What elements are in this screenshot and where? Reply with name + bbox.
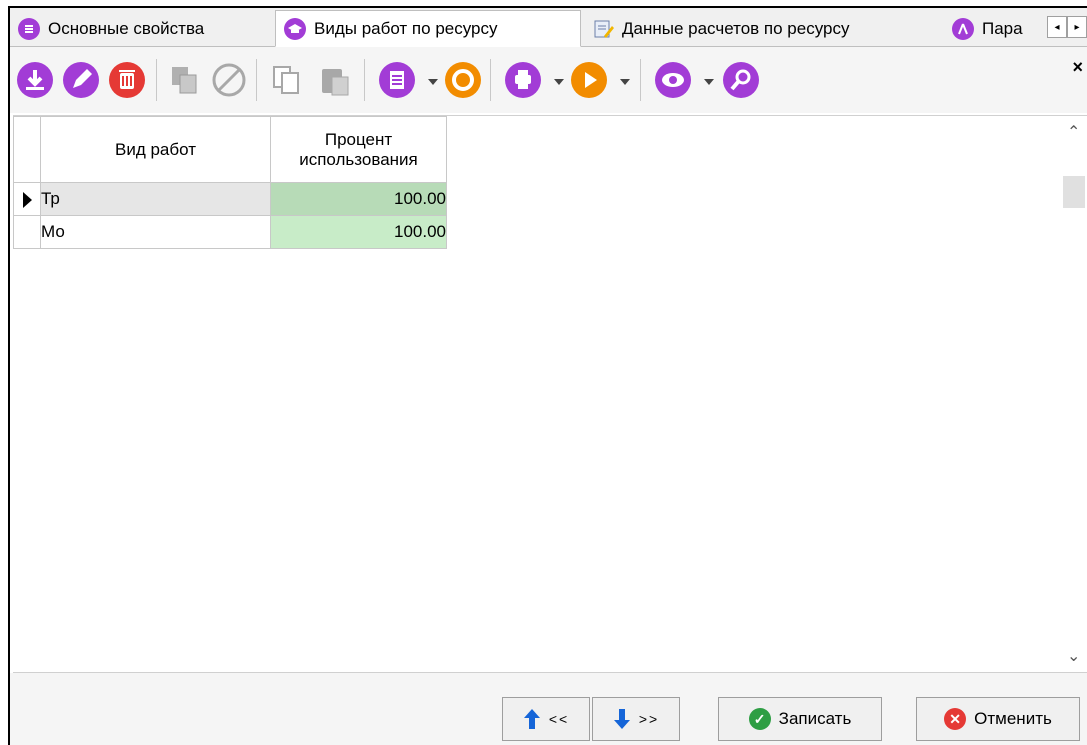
percent-cell[interactable]: 100.00 — [270, 182, 447, 216]
toolbar: × — [10, 47, 1087, 113]
tab-scroll: ◂ ▸ — [1047, 16, 1087, 38]
toolbar-separator — [256, 59, 257, 101]
edit-icon[interactable] — [62, 61, 100, 99]
work-type-cell[interactable]: Тр — [40, 182, 271, 216]
tab-scroll-left-button[interactable]: ◂ — [1047, 16, 1067, 38]
tab-scroll-right-button[interactable]: ▸ — [1067, 16, 1087, 38]
toolbar-close-button[interactable]: × — [1072, 57, 1083, 78]
view-icon[interactable] — [654, 61, 692, 99]
toolbar-separator — [156, 59, 157, 101]
percent-cell[interactable]: 100.00 — [270, 215, 447, 249]
play-icon[interactable] — [570, 61, 608, 99]
chevron-up-icon[interactable]: ⌃ — [1067, 122, 1080, 142]
delete-icon[interactable] — [108, 61, 146, 99]
document-dropdown-caret[interactable] — [428, 79, 438, 85]
save-button[interactable]: ✓ Записать — [718, 697, 882, 741]
column-header-percent-line1: Процент — [324, 129, 393, 149]
compass-icon — [952, 18, 974, 40]
arrow-up-icon — [523, 709, 540, 729]
list-icon — [18, 18, 40, 40]
prev-label: << — [548, 711, 570, 727]
print-dropdown-caret[interactable] — [554, 79, 564, 85]
download-icon[interactable] — [16, 61, 54, 99]
toolbar-separator — [490, 59, 491, 101]
document-icon[interactable] — [378, 61, 416, 99]
tab-main-properties[interactable]: Основные свойства — [10, 12, 272, 46]
column-header-work-type[interactable]: Вид работ — [40, 116, 271, 183]
work-types-grid: Вид работ Процент использования Тр 100.0… — [13, 115, 1087, 673]
tab-label: Пара — [982, 19, 1023, 38]
column-header-percent[interactable]: Процент использования — [270, 116, 447, 183]
tab-calc-data[interactable]: Данные расчетов по ресурсу — [584, 12, 942, 46]
tab-bar: Основные свойства Виды работ по ресурсу … — [10, 8, 1087, 47]
copy-record-icon[interactable] — [166, 61, 204, 99]
cancel-label: Отменить — [974, 709, 1052, 728]
table-row[interactable]: Тр 100.00 — [13, 182, 447, 216]
next-label: >> — [638, 711, 660, 727]
refresh-icon[interactable] — [444, 61, 482, 99]
save-label: Записать — [778, 709, 852, 728]
scrollbar-thumb[interactable] — [1063, 176, 1085, 208]
tab-work-types[interactable]: Виды работ по ресурсу — [275, 10, 581, 47]
chevron-down-icon[interactable]: ⌄ — [1067, 646, 1080, 666]
play-dropdown-caret[interactable] — [620, 79, 630, 85]
print-icon[interactable] — [504, 61, 542, 99]
tab-label: Данные расчетов по ресурсу — [622, 19, 850, 38]
search-icon[interactable] — [722, 61, 760, 99]
paste-icon[interactable] — [316, 61, 354, 99]
cancel-button[interactable]: ✕ Отменить — [916, 697, 1080, 741]
cancel-icon[interactable] — [210, 61, 248, 99]
view-dropdown-caret[interactable] — [704, 79, 714, 85]
check-icon: ✓ — [748, 708, 771, 730]
close-icon: ✕ — [944, 708, 967, 730]
toolbar-separator — [364, 59, 365, 101]
work-types-table: Вид работ Процент использования Тр 100.0… — [13, 116, 447, 249]
table-row[interactable]: Мо 100.00 — [13, 215, 447, 249]
tab-label: Основные свойства — [48, 19, 205, 38]
vertical-scrollbar[interactable]: ⌃ ⌄ — [1061, 116, 1087, 672]
graduation-cap-icon — [284, 17, 306, 40]
footer-bar: << >> ✓ Записать ✕ Отменить — [10, 673, 1087, 745]
next-record-button[interactable]: >> — [592, 697, 680, 741]
tab-params[interactable]: Пара — [944, 12, 1044, 46]
arrow-down-icon — [613, 709, 630, 729]
tab-label: Виды работ по ресурсу — [314, 18, 498, 38]
work-type-cell[interactable]: Мо — [40, 215, 271, 249]
row-indicator-header — [13, 116, 41, 183]
copy-icon[interactable] — [268, 61, 306, 99]
toolbar-separator — [640, 59, 641, 101]
row-indicator[interactable] — [13, 215, 41, 249]
row-indicator[interactable] — [13, 182, 41, 216]
prev-record-button[interactable]: << — [502, 697, 590, 741]
current-row-arrow-icon — [23, 192, 32, 208]
column-header-percent-line2: использования — [299, 149, 418, 169]
edit-notepad-icon — [592, 18, 614, 40]
